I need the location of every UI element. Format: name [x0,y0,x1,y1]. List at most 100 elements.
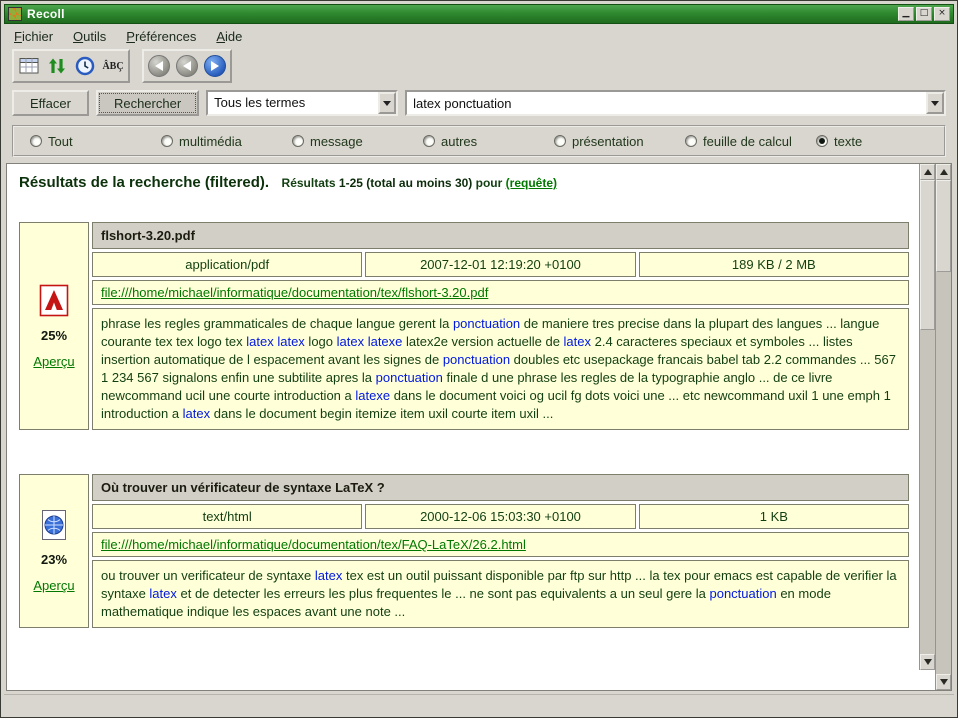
results-header: Résultats de la recherche (filtered). Ré… [17,172,913,196]
preview-link[interactable]: Aperçu [33,578,74,593]
result-item-1: 25% Aperçu flshort-3.20.pdf application/… [19,222,909,430]
chevron-down-icon [931,101,939,106]
search-button[interactable]: Rechercher [96,90,199,116]
filter-label: Tout [48,134,73,149]
filter-label: multimédia [179,134,242,149]
results-inner-scrollbar[interactable] [919,164,935,670]
highlighted-term: ponctuation [376,370,443,385]
radio-icon [292,135,304,147]
close-button[interactable]: × [934,7,950,21]
radio-icon [423,135,435,147]
filter-radio-4[interactable]: autres [423,134,554,149]
menubar: Fichier Outils Préférences Aide [4,24,954,48]
scrollbar-thumb[interactable] [920,180,935,330]
search-row: Effacer Rechercher Tous les termes [4,87,954,119]
radio-icon [685,135,697,147]
result-meta-row: text/html 2000-12-06 15:03:30 +0100 1 KB [92,504,909,529]
html-page-icon [40,509,68,541]
minimize-button[interactable]: ▁ [898,7,914,21]
highlighted-term: latex latexe [337,334,403,349]
highlighted-term: latex [183,406,210,421]
doc-history-button[interactable] [72,53,98,79]
status-bar [4,694,954,714]
nav-next-page-button[interactable] [202,53,228,79]
pdf-icon [39,284,69,317]
results-summary: Résultats 1-25 (total au moins 30) pour … [282,176,557,190]
query-combobox [405,90,946,116]
titlebar: Recoll ▁ □ × [4,4,954,24]
filter-radio-7[interactable]: texte [816,134,947,149]
results-area: Résultats de la recherche (filtered). Ré… [6,163,952,691]
search-mode-dropdown-button[interactable] [378,92,396,114]
highlighted-term: ponctuation [443,352,510,367]
table-icon [19,56,39,76]
menu-fichier[interactable]: Fichier [14,29,53,44]
filter-label: autres [441,134,477,149]
filter-radio-2[interactable]: multimédia [161,134,292,149]
search-mode-combobox[interactable]: Tous les termes [206,90,398,116]
radio-icon [816,135,828,147]
scroll-up-button[interactable] [936,164,951,180]
result-side-panel: 23% Aperçu [19,474,89,628]
recoll-window: Recoll ▁ □ × Fichier Outils Préférences … [0,0,958,718]
result-url-link[interactable]: file:///home/michael/informatique/docume… [101,537,526,552]
toolbar-group-tools: ÂBÇ [12,49,130,83]
up-arrow-icon [924,169,932,175]
highlighted-term: latex [315,568,342,583]
app-icon [8,7,22,21]
maximize-button[interactable]: □ [916,7,932,21]
scroll-down-button[interactable] [920,654,935,670]
result-url-link[interactable]: file:///home/michael/informatique/docume… [101,285,488,300]
clear-button[interactable]: Effacer [12,90,89,116]
sort-arrows-icon [47,56,67,76]
result-date: 2007-12-01 12:19:20 +0100 [365,252,635,277]
toolbar-group-nav [142,49,232,83]
chevron-down-icon [383,101,391,106]
highlighted-term: latex [564,334,591,349]
toolbar: ÂBÇ [4,48,954,84]
filter-radio-3[interactable]: message [292,134,423,149]
scroll-down-button[interactable] [936,674,951,690]
snippet-text: latex2e version actuelle de [402,334,563,349]
nav-first-page-button[interactable] [146,53,172,79]
filter-radio-1[interactable]: Tout [30,134,161,149]
result-title: flshort-3.20.pdf [92,222,909,249]
highlighted-term: latexe [355,388,390,403]
history-clock-icon [75,56,95,76]
scroll-up-button[interactable] [920,164,935,180]
results-outer-scrollbar[interactable] [935,164,951,690]
spell-abc-icon: ÂBÇ [102,61,123,72]
results-list: Résultats de la recherche (filtered). Ré… [7,164,919,690]
result-mime: application/pdf [92,252,362,277]
nav-next-icon [204,55,226,77]
up-arrow-icon [940,169,948,175]
scrollbar-thumb[interactable] [936,180,951,272]
filter-radio-6[interactable]: feuille de calcul [685,134,816,149]
nav-prev-icon [176,55,198,77]
highlighted-term: ponctuation [453,316,520,331]
result-mime: text/html [92,504,362,529]
nav-prev-page-button[interactable] [174,53,200,79]
filter-label: présentation [572,134,644,149]
query-link[interactable]: (requête) [506,176,557,190]
term-explorer-button[interactable]: ÂBÇ [100,53,126,79]
search-mode-value: Tous les termes [208,92,378,114]
table-view-button[interactable] [16,53,42,79]
filter-bar: Tout multimédia message autres présentation f… [12,125,946,157]
result-side-panel: 25% Aperçu [19,222,89,430]
menu-outils[interactable]: Outils [73,29,106,44]
filter-label: feuille de calcul [703,134,792,149]
menu-aide[interactable]: Aide [216,29,242,44]
menu-preferences[interactable]: Préférences [126,29,196,44]
sort-by-date-button[interactable] [44,53,70,79]
preview-link[interactable]: Aperçu [33,354,74,369]
filter-label: message [310,134,363,149]
radio-icon [554,135,566,147]
snippet-text: dans le document begin itemize item uxil… [210,406,553,421]
snippet-text: phrase les regles grammaticales de chaqu… [101,316,453,331]
radio-icon [30,135,42,147]
filter-radio-5[interactable]: présentation [554,134,685,149]
down-arrow-icon [940,679,948,685]
search-input[interactable] [407,92,926,114]
query-history-dropdown-button[interactable] [926,92,944,114]
